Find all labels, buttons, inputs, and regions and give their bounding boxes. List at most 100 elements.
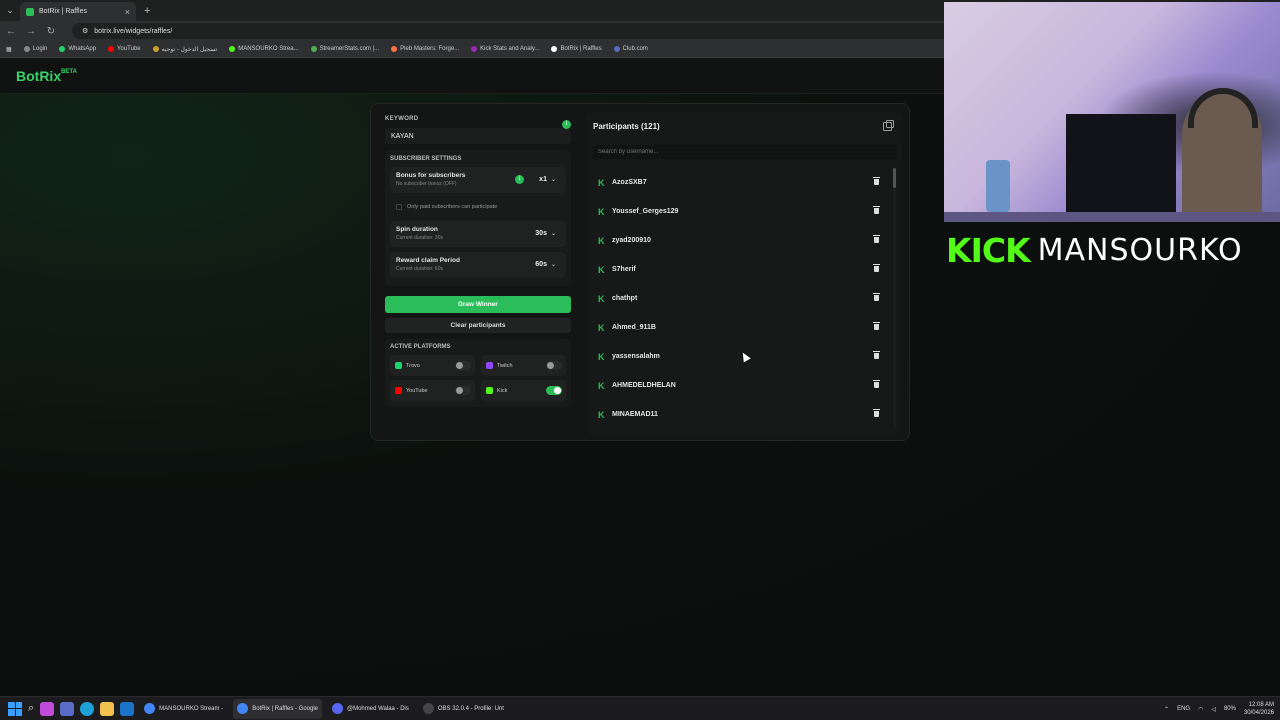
kick-icon: K — [598, 177, 605, 188]
bookmark-item[interactable]: Login — [23, 46, 47, 52]
participant-row: K MINAEMAD11 — [593, 400, 893, 429]
trash-icon[interactable] — [873, 293, 880, 301]
bookmark-item[interactable]: Kick Stats and Analy... — [471, 46, 539, 52]
platform-label: Trovo — [406, 362, 420, 369]
tab-search-icon[interactable]: ⌄ — [0, 5, 20, 16]
reward-claim-select[interactable]: 60s ⌄ — [535, 261, 556, 268]
new-tab-button[interactable]: + — [144, 5, 150, 17]
platform-toggle[interactable] — [455, 361, 471, 370]
platform-grid: Trovo Twitch YouTube Kick — [390, 355, 566, 401]
forward-icon[interactable]: → — [26, 26, 36, 37]
keyword-input[interactable]: KAYAN — [385, 128, 571, 144]
bookmark-favicon-icon — [613, 46, 620, 52]
taskbar-app[interactable]: BotRix | Raffles - Google — [233, 698, 322, 719]
edge-icon[interactable] — [80, 701, 95, 716]
bookmark-item[interactable]: Club.com — [613, 46, 648, 52]
trash-icon[interactable] — [873, 177, 880, 185]
trash-icon[interactable] — [873, 264, 880, 272]
participant-username: zyad200910 — [612, 237, 651, 244]
raffle-panel: KEYWORD i KAYAN SUBSCRIBER SETTINGS Bonu… — [370, 103, 910, 441]
volume-icon[interactable]: ◁ — [1211, 706, 1216, 713]
bonus-multiplier-select[interactable]: x1 ⌄ — [539, 176, 556, 183]
bookmark-item[interactable]: YouTube — [108, 46, 141, 52]
wifi-icon[interactable]: ◠ — [1198, 706, 1203, 713]
app-icon — [422, 703, 434, 714]
bookmark-item[interactable]: Pleb Masters: Forge... — [391, 46, 459, 52]
logo-text: BotRix — [16, 68, 62, 84]
taskbar-app[interactable]: OBS 32.0.4 - Profile: Unt — [419, 699, 508, 719]
back-icon[interactable]: ← — [6, 26, 16, 37]
trash-icon[interactable] — [873, 409, 880, 417]
platform-twitch: Twitch — [481, 355, 566, 376]
trash-icon[interactable] — [873, 206, 880, 214]
bookmark-item[interactable]: BotRix | Raffles — [551, 46, 602, 52]
youtube-icon — [395, 387, 402, 394]
platform-toggle[interactable] — [455, 386, 471, 395]
participant-row: K Ahmed_911B — [593, 313, 893, 342]
chevron-down-icon: ⌄ — [550, 262, 556, 268]
bookmark-label: WhatsApp — [68, 46, 97, 52]
participant-search-input[interactable] — [593, 145, 897, 159]
bookmark-item[interactable]: MANSOURKO Strea... — [229, 46, 299, 52]
taskbar-app-label: OBS 32.0.4 - Profile: Unt — [437, 705, 504, 712]
keyword-info-icon[interactable]: i — [562, 120, 571, 129]
bookmark-item[interactable]: تسجيل الدخول - توجيه — [152, 46, 217, 53]
participant-username: AzozSXB7 — [612, 179, 647, 186]
subscriber-settings-label: SUBSCRIBER SETTINGS — [390, 156, 462, 162]
botrix-logo[interactable]: BotRixBETA — [16, 68, 77, 84]
tab-close-icon[interactable]: × — [125, 7, 130, 17]
bonus-title: Bonus for subscribers — [396, 172, 466, 179]
battery-level[interactable]: 80% — [1224, 706, 1236, 712]
taskbar-app[interactable]: MANSOURKO Stream - — [140, 699, 227, 719]
scroll-thumb[interactable] — [893, 168, 896, 188]
start-icon[interactable] — [8, 701, 22, 716]
headset — [1188, 88, 1258, 128]
outlook-icon[interactable] — [120, 701, 135, 716]
trash-icon[interactable] — [873, 322, 880, 330]
bookmark-favicon-icon — [23, 46, 30, 52]
platform-toggle[interactable] — [546, 386, 562, 395]
bookmark-item[interactable]: WhatsApp — [59, 46, 96, 52]
address-bar[interactable]: ⚙ botrix.live/widgets/raffles/ — [72, 23, 952, 39]
bonus-info-icon[interactable]: i — [515, 175, 524, 184]
keyword-label: KEYWORD — [385, 116, 419, 122]
platform-toggle[interactable] — [546, 361, 562, 370]
only-paid-checkbox[interactable] — [396, 204, 402, 210]
apps-grid-icon[interactable]: ▦ — [6, 46, 12, 53]
address-url: botrix.live/widgets/raffles/ — [94, 27, 173, 35]
file-explorer-icon[interactable] — [100, 701, 115, 716]
water-bottle — [986, 160, 1010, 212]
trash-icon[interactable] — [873, 351, 880, 359]
only-paid-row[interactable]: Only paid subscribers can participate — [390, 198, 566, 216]
site-info-icon[interactable]: ⚙ — [82, 27, 88, 35]
reward-claim-value: 60s — [535, 261, 547, 268]
clock-time: 12:08 AM — [1248, 702, 1274, 708]
streamer-name: MANSOURKO — [1037, 232, 1243, 268]
bookmark-item[interactable]: StreamerStats.com |... — [310, 46, 379, 52]
trash-icon[interactable] — [873, 380, 880, 388]
language-indicator[interactable]: ENG — [1177, 706, 1190, 712]
taskbar-app[interactable]: @Mohmed Walaa - Dis — [328, 699, 413, 719]
spin-duration-select[interactable]: 30s ⌄ — [535, 230, 556, 237]
task-view-icon[interactable] — [60, 701, 75, 716]
clear-participants-button[interactable]: Clear participants — [385, 318, 571, 333]
search-icon[interactable]: ⌕ — [28, 702, 34, 715]
draw-winner-button[interactable]: Draw Winner — [385, 296, 571, 313]
copy-icon[interactable] — [883, 120, 894, 131]
bookmark-label: Pleb Masters: Forge... — [400, 46, 460, 52]
clock[interactable]: 12:08 AM 30/04/2026 — [1244, 701, 1274, 717]
chevron-down-icon: ⌄ — [550, 177, 556, 183]
bookmark-label: Kick Stats and Analy... — [480, 46, 540, 52]
participant-list: K AzozSXB7 K Youssef_Gerges129 Kzyad200910 K S… — [593, 168, 893, 429]
taskbar-apps: MANSOURKO Stream - BotRix | Raffles - Goo… — [140, 698, 508, 719]
participant-scrollbar[interactable] — [893, 168, 896, 428]
widgets-icon[interactable] — [40, 701, 55, 716]
app-icon — [332, 703, 343, 714]
subscriber-settings: SUBSCRIBER SETTINGS Bonus for subscriber… — [385, 150, 571, 286]
bookmark-favicon-icon — [551, 46, 558, 52]
spin-duration-setting: Spin duration Current duration: 30s 30s ⌄ — [390, 221, 566, 247]
trash-icon[interactable] — [873, 235, 880, 243]
reload-icon[interactable]: ↻ — [46, 26, 56, 37]
tray-chevron-icon[interactable]: ⌃ — [1164, 706, 1169, 713]
browser-tab-botrix[interactable]: BotRix | Raffles × — [20, 2, 136, 21]
